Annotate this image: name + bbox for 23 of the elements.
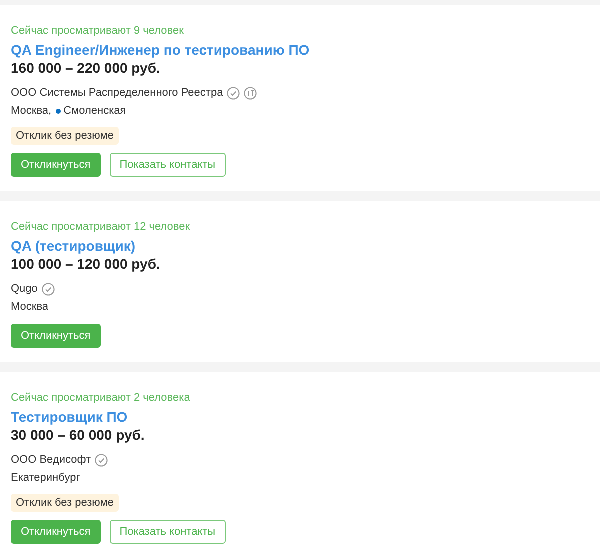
city: Москва (11, 300, 49, 315)
show-contacts-button[interactable]: Показать контакты (110, 153, 226, 177)
city: Екатеринбург (11, 471, 80, 486)
salary: 30 000 – 60 000 руб. (11, 427, 146, 444)
no-resume-badge: Отклик без резюме (11, 127, 119, 145)
viewers-count: Сейчас просматривают 12 человек (11, 220, 192, 234)
company-name: ООО Ведисофт (11, 453, 92, 468)
viewers-count: Сейчас просматривают 2 человека (11, 391, 192, 405)
city: Москва, (11, 104, 52, 119)
respond-button[interactable]: Откликнуться (11, 520, 101, 544)
vacancy-title-link[interactable]: QA (тестировщик) (11, 237, 136, 255)
no-resume-badge: Отклик без резюме (11, 494, 119, 512)
company-name: ООО Системы Распределенного Реестра (11, 86, 224, 101)
vacancy-title-link[interactable]: Тестировщик ПО (11, 408, 128, 426)
show-contacts-button[interactable]: Показать контакты (110, 520, 226, 544)
vacancy-title-link[interactable]: QA Engineer/Инженер по тестированию ПО (11, 41, 310, 59)
salary: 100 000 – 120 000 руб. (11, 256, 162, 273)
salary: 160 000 – 220 000 руб. (11, 60, 162, 77)
viewers-count: Сейчас просматривают 9 человек (11, 24, 185, 38)
respond-button[interactable]: Откликнуться (11, 324, 101, 348)
company-name: Qugo (11, 282, 38, 297)
metro-station: Смоленская (64, 104, 126, 119)
respond-button[interactable]: Откликнуться (11, 153, 101, 177)
